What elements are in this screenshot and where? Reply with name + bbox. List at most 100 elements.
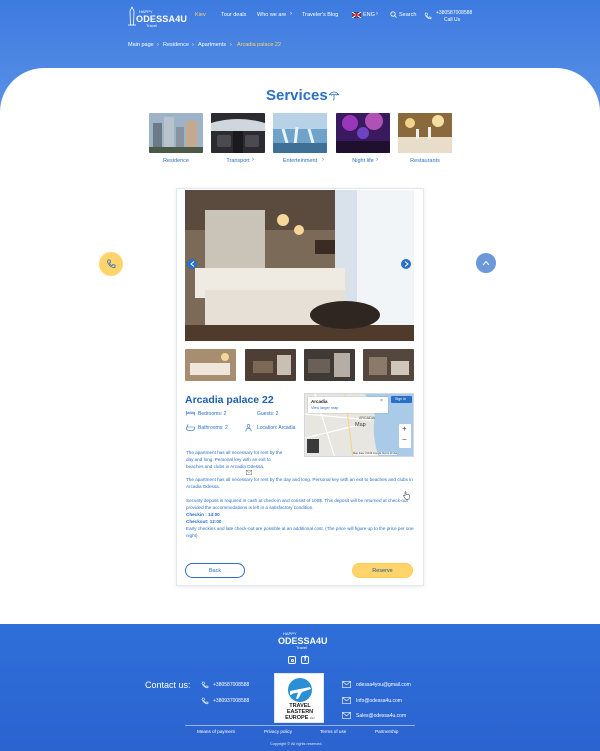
service-residence[interactable]: Residence <box>149 113 203 164</box>
apartment-main-photo <box>185 190 414 341</box>
chevron-right-icon: › <box>376 157 378 163</box>
email-address: Sales@odessa4u.com <box>356 713 407 719</box>
service-label: Night life <box>352 158 374 164</box>
map-larger-link[interactable]: View larger map <box>311 406 338 410</box>
travel-eastern-europe-badge[interactable]: TRAVEL EASTERN EUROPE com <box>274 673 324 723</box>
bed-icon <box>186 411 195 416</box>
checkout-time: Checkout: 12:00 <box>186 519 222 524</box>
nav-tour-deals[interactable]: Tour deals <box>221 12 246 18</box>
uk-flag-icon <box>352 12 361 18</box>
service-restaurants[interactable]: Restaurants <box>398 113 452 164</box>
service-night-life[interactable]: Night life <box>336 113 390 164</box>
map-city-label: ARCADIA <box>359 416 375 420</box>
nav-who-we-are[interactable]: Who we are <box>257 12 286 18</box>
umbrella-icon <box>328 91 340 101</box>
breadcrumb-apartments[interactable]: Apartments <box>198 42 226 48</box>
person-icon <box>245 424 252 432</box>
badge-line-3: EUROPE com <box>275 715 325 722</box>
call-us-label: Call Us <box>444 17 461 23</box>
nav-kiev[interactable]: Kiev <box>195 12 206 18</box>
description-full: The apartment has all necessary for rent… <box>186 477 413 489</box>
language-selector[interactable]: ENG › <box>352 11 382 20</box>
phone-icon <box>424 12 432 20</box>
map-attribution: Map data ©2019 Google Terms of Use <box>353 452 398 455</box>
copyright: Copyright © All rights reserved. <box>270 742 323 746</box>
apartment-title: Arcadia palace 22 <box>185 394 274 406</box>
email-address: odessa4you@gmail.com <box>356 682 411 688</box>
back-button[interactable]: Back <box>185 563 245 578</box>
logo-sub: Travel <box>146 23 157 28</box>
search-label: Search <box>399 12 417 18</box>
breadcrumb-residence[interactable]: Residence <box>163 42 189 48</box>
mail-icon <box>342 712 351 719</box>
site-logo[interactable]: HAPPY ODESSA4U Travel <box>126 5 187 29</box>
close-icon[interactable]: × <box>380 398 383 404</box>
map-zoom-control[interactable]: + − <box>399 424 411 448</box>
location-map[interactable]: Arcadia View larger map × Sign in Map AR… <box>304 393 414 457</box>
enterteinment-photo <box>273 113 327 153</box>
description-early-checkin: Early checkins and late check-out are po… <box>186 526 414 538</box>
bedrooms-text: Bedrooms: 2 <box>198 411 227 417</box>
footer-divider <box>185 725 415 726</box>
service-label: Residence <box>163 158 189 164</box>
chevron-down-icon: › <box>290 11 292 17</box>
map-sign-in-label: Sign in <box>395 397 406 401</box>
apartment-thumbnail[interactable] <box>185 349 236 381</box>
map-sign-in-button[interactable]: Sign in <box>391 396 412 403</box>
breadcrumb-separator: › <box>230 42 232 48</box>
zoom-out-icon[interactable]: − <box>402 435 407 444</box>
mail-icon <box>342 681 351 688</box>
footer-link-terms[interactable]: Terms of use <box>320 729 346 734</box>
apartment-thumbnail[interactable] <box>245 349 296 381</box>
contact-us-label: Contact us: <box>145 680 191 690</box>
badge-line-3-text: EUROPE <box>285 715 309 721</box>
instagram-icon[interactable] <box>288 656 296 664</box>
chevron-left-icon <box>189 261 194 267</box>
checkin-time: Checkin : 14:00 <box>186 512 220 517</box>
service-transport[interactable]: Transport <box>211 113 265 164</box>
logo-name: ODESSA4U <box>136 14 188 24</box>
location-text: Location: Arcadia <box>257 425 296 431</box>
email-address: Info@odessa4u.com <box>356 698 402 704</box>
chevron-up-icon <box>482 260 490 266</box>
breadcrumb-current: Arcadia palace 22 <box>237 42 282 48</box>
badge-suffix: com <box>309 717 315 720</box>
zoom-in-icon[interactable]: + <box>402 424 407 433</box>
footer-link-privacy[interactable]: Privacy policy <box>264 729 292 734</box>
footer-link-payment[interactable]: Means of payment <box>197 729 235 734</box>
phone-icon <box>107 259 116 268</box>
bathrooms-text: Bathrooms: 2 <box>198 425 228 431</box>
scroll-up-button[interactable] <box>476 253 496 273</box>
footer-logo[interactable]: HAPPY ODESSA4U Travel <box>276 628 328 650</box>
badge-text: TRAVEL EASTERN EUROPE com <box>275 703 325 722</box>
language-label: ENG <box>363 12 375 18</box>
search-icon <box>390 11 397 18</box>
header-phone: +380587008588 <box>436 10 473 16</box>
footer-link-partnership[interactable]: Partnership <box>375 729 399 734</box>
call-bubble-button[interactable] <box>99 252 123 276</box>
chevron-right-icon: › <box>252 157 254 163</box>
nav-travelers-blog[interactable]: Traveler's Blog <box>302 12 338 18</box>
apartment-thumbnail[interactable] <box>304 349 355 381</box>
residence-photo <box>149 113 203 153</box>
apartment-thumbnail[interactable] <box>363 349 414 381</box>
search-button[interactable]: Search <box>390 11 418 19</box>
photo-next-button[interactable] <box>401 259 411 269</box>
facebook-icon[interactable]: f <box>301 656 309 664</box>
service-enterteinment[interactable]: Enterteinment <box>273 113 327 164</box>
phone-number: +380937008588 <box>213 698 250 704</box>
photo-prev-button[interactable] <box>187 259 197 269</box>
service-label: Restaurants <box>410 158 440 164</box>
phone-number: +380587008588 <box>213 682 250 688</box>
bathtub-icon <box>186 424 195 431</box>
services-title: Services <box>266 87 328 104</box>
service-label: Transport <box>226 158 250 164</box>
breadcrumb-main[interactable]: Main page <box>128 42 154 48</box>
airplane-icon <box>288 678 312 702</box>
map-info-box: Arcadia View larger map × <box>308 397 388 413</box>
reserve-button[interactable]: Reserve <box>352 563 413 578</box>
mail-icon <box>246 470 252 475</box>
chevron-right-icon <box>404 261 409 267</box>
footer-logo-sub: Travel <box>296 645 307 650</box>
mail-icon <box>342 697 351 704</box>
